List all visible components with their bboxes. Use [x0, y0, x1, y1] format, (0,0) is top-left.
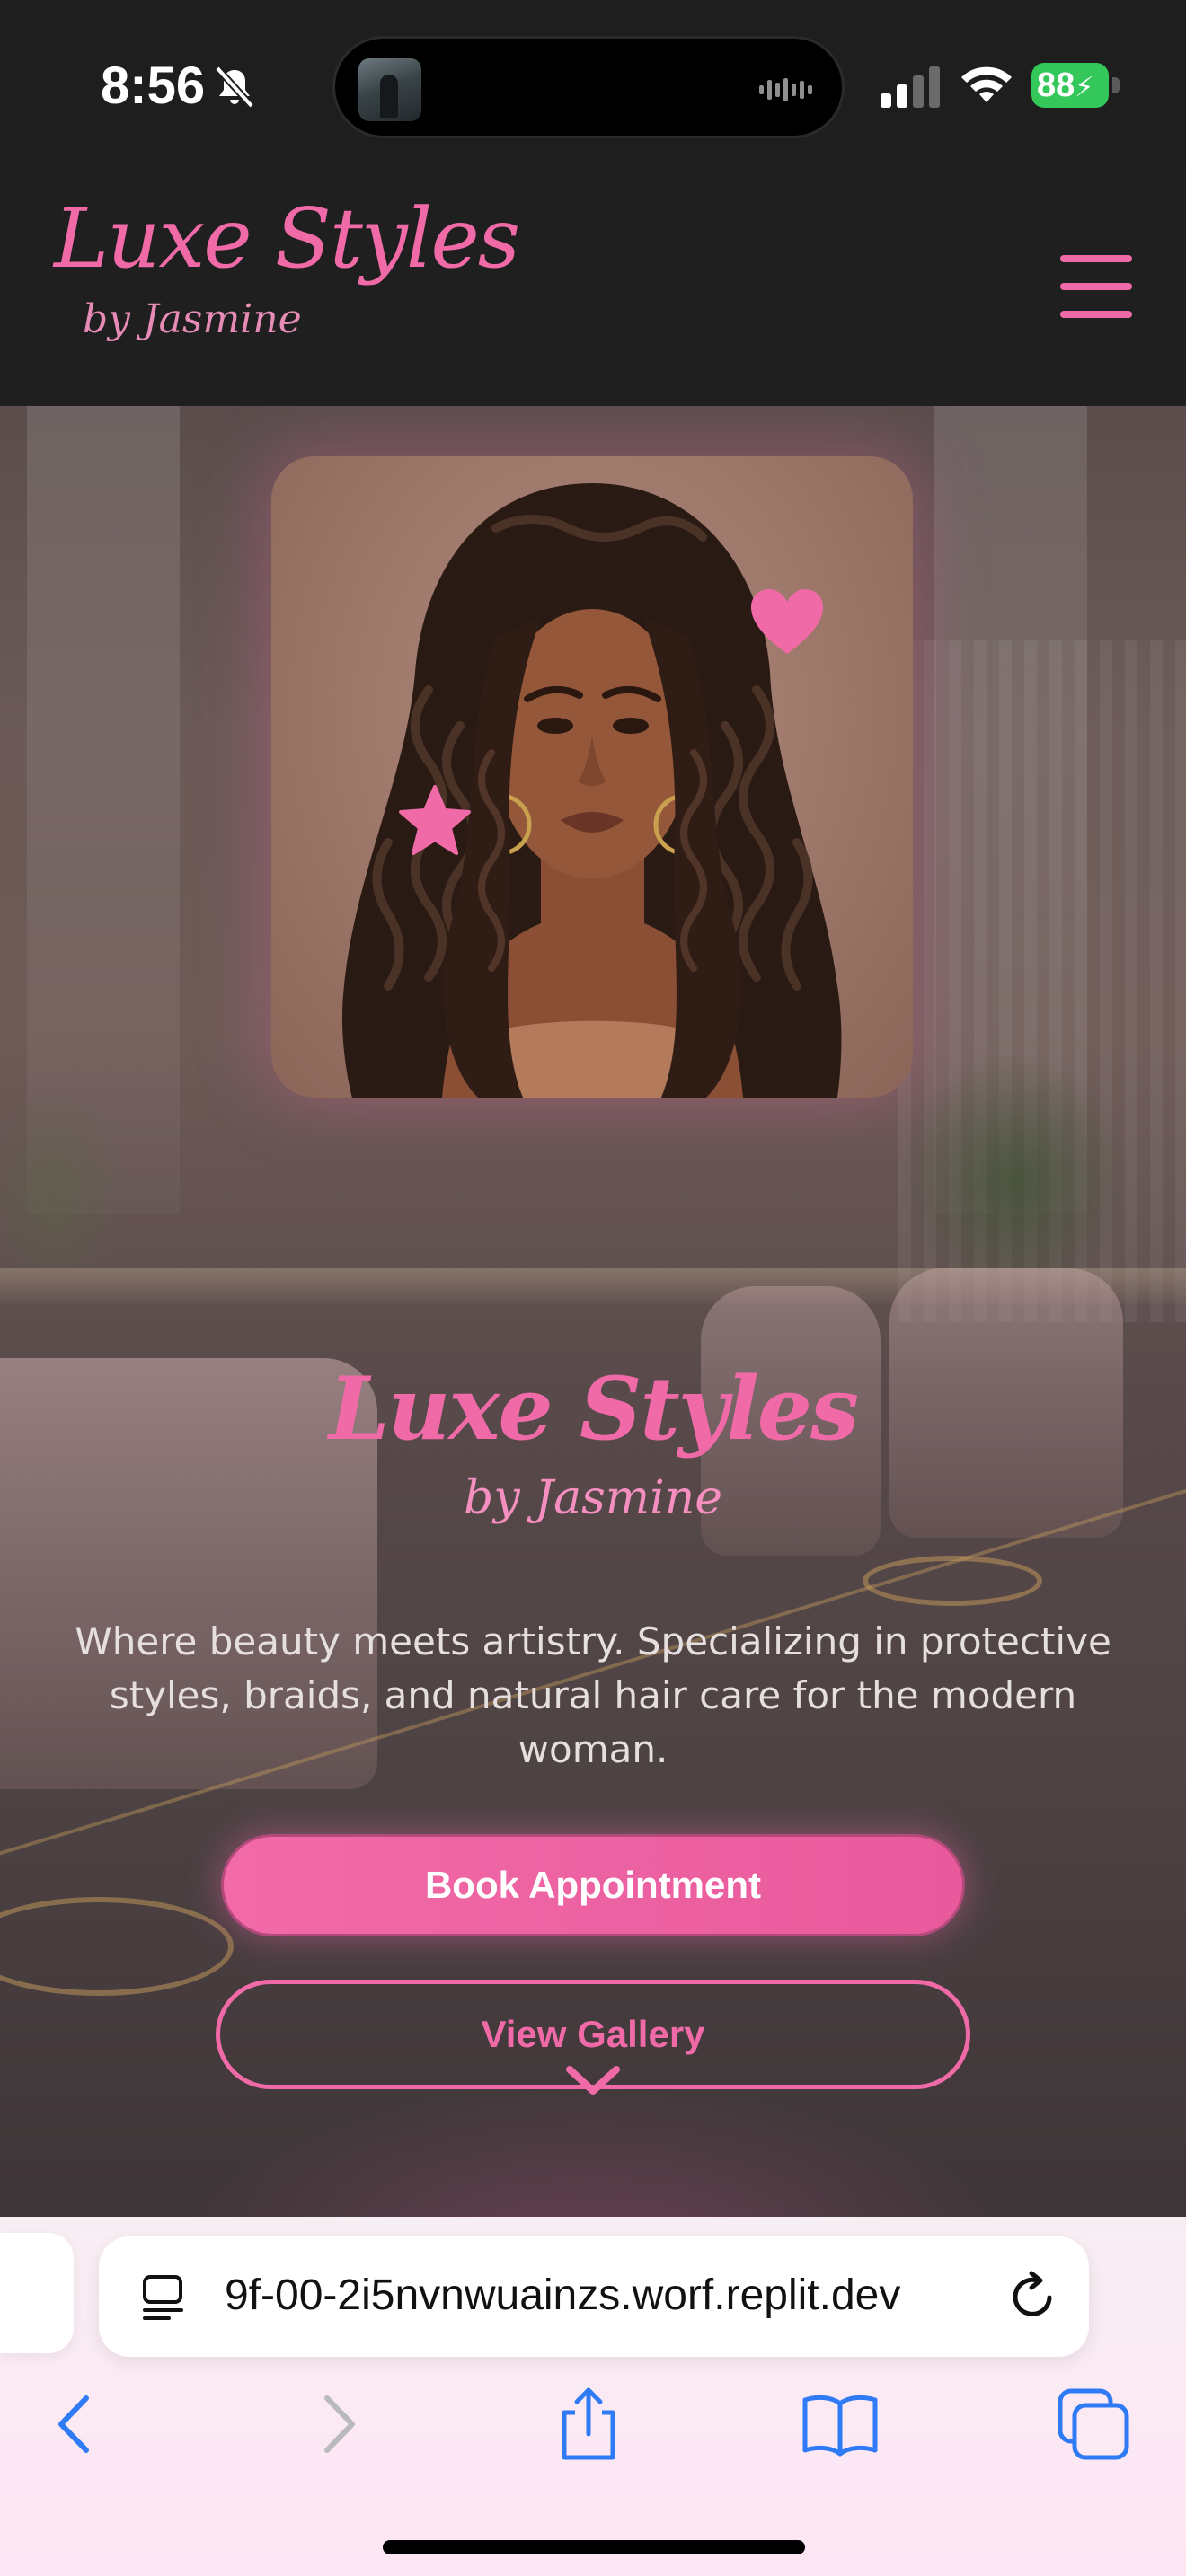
- background-chair-base: [0, 1897, 234, 1996]
- battery-indicator: 88⚡: [1031, 63, 1109, 108]
- stylist-portrait: [271, 456, 913, 1098]
- address-bar[interactable]: 9f-00-2i5nvnwuainzs.worf.replit.dev: [99, 2236, 1089, 2357]
- hero-section: Luxe Styles by Jasmine Where beauty meet…: [0, 406, 1186, 2217]
- home-indicator[interactable]: [383, 2540, 805, 2554]
- previous-tab[interactable]: [0, 2233, 74, 2353]
- background-plant: [0, 1089, 126, 1268]
- bookmarks-icon[interactable]: [800, 2384, 881, 2465]
- menu-bar-icon: [1060, 283, 1132, 290]
- page-menu-icon[interactable]: [142, 2274, 187, 2321]
- site-header: Luxe Styles by Jasmine: [0, 162, 1186, 406]
- forward-icon[interactable]: [296, 2384, 377, 2465]
- battery-level: 88: [1037, 66, 1075, 104]
- menu-bar-icon: [1060, 255, 1132, 262]
- status-time: 8:56: [101, 57, 206, 115]
- battery-cap: [1112, 77, 1120, 93]
- browser-toolbar: 9f-00-2i5nvnwuainzs.worf.replit.dev: [0, 2217, 1186, 2576]
- now-playing-thumbnail: [358, 58, 421, 121]
- book-appointment-button[interactable]: Book Appointment: [221, 1834, 965, 1936]
- hero-description: Where beauty meets artistry. Specializin…: [75, 1619, 1111, 1771]
- portrait-illustration: [341, 483, 842, 1098]
- menu-bar-icon: [1060, 311, 1132, 318]
- hamburger-menu-button[interactable]: [1060, 255, 1132, 318]
- browser-nav-row: [0, 2384, 1186, 2483]
- hero-subtitle: by Jasmine: [464, 1471, 722, 1525]
- dynamic-island[interactable]: [332, 36, 845, 138]
- logo-subtitle: by Jasmine: [83, 296, 302, 342]
- reload-icon[interactable]: [1006, 2271, 1058, 2323]
- audio-waveform-icon: [759, 78, 812, 101]
- heart-icon: [751, 589, 823, 654]
- background-plant: [898, 1053, 1132, 1268]
- wifi-icon: [961, 66, 1012, 102]
- star-icon: [399, 785, 471, 855]
- url-text: 9f-00-2i5nvnwuainzs.worf.replit.dev: [225, 2272, 901, 2319]
- share-icon[interactable]: [548, 2384, 629, 2465]
- chevron-down-icon[interactable]: [564, 2064, 622, 2096]
- charging-bolt-icon: ⚡: [1075, 73, 1094, 102]
- logo-title[interactable]: Luxe Styles: [54, 190, 520, 287]
- bell-slash-icon: [215, 66, 254, 109]
- tabs-icon[interactable]: [1053, 2384, 1134, 2465]
- back-icon[interactable]: [36, 2384, 117, 2465]
- hero-title: Luxe Styles: [328, 1358, 859, 1460]
- cellular-signal-icon: [881, 66, 940, 108]
- status-bar: 8:56 88⚡: [0, 0, 1186, 162]
